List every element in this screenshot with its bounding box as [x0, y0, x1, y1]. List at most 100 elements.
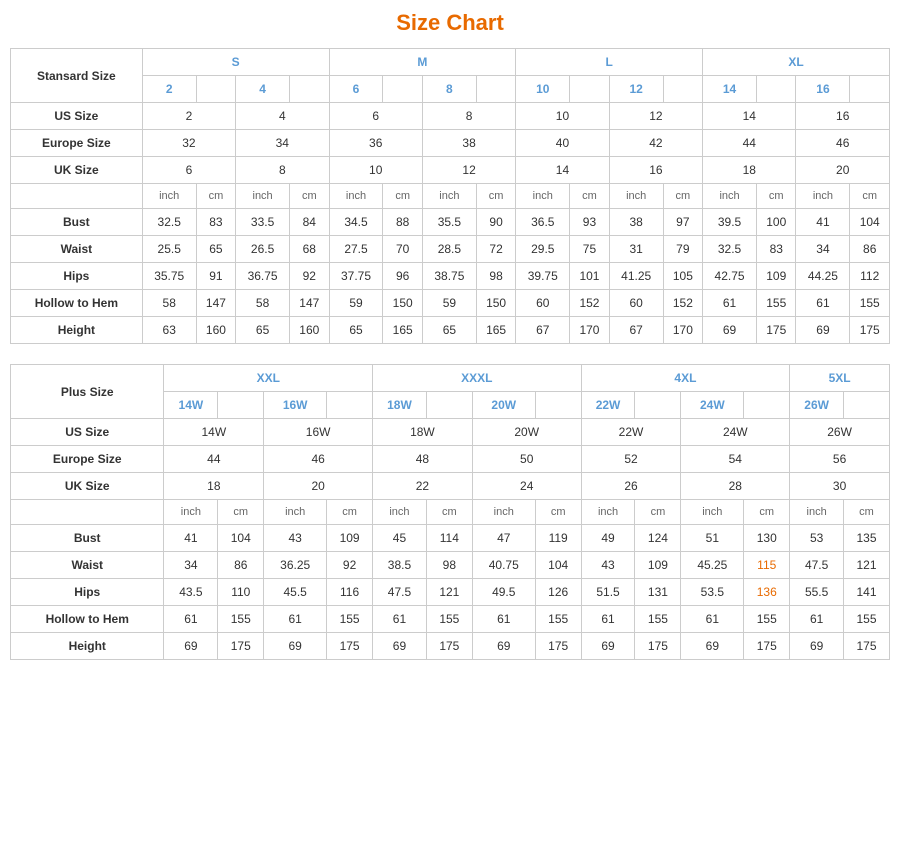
p-waist-2: 86 — [218, 552, 264, 579]
p-height-14: 175 — [844, 633, 890, 660]
p-hollow-7: 61 — [472, 606, 535, 633]
p-18w: 18W — [373, 392, 427, 419]
p-waist-13: 47.5 — [790, 552, 844, 579]
p-unit-inch-7: inch — [790, 500, 844, 525]
height-16: 175 — [850, 317, 890, 344]
p-hollow-9: 61 — [581, 606, 635, 633]
p-bust-2: 104 — [218, 525, 264, 552]
hollow-12: 152 — [663, 290, 702, 317]
p-unit-cm-4: cm — [535, 500, 581, 525]
p-hips-label: Hips — [11, 579, 164, 606]
eu-42: 42 — [609, 130, 702, 157]
p-waist-8: 104 — [535, 552, 581, 579]
us-xl-14: 14 — [703, 76, 757, 103]
p-hollow-4: 155 — [327, 606, 373, 633]
p-bust-14: 135 — [844, 525, 890, 552]
p-bust-13: 53 — [790, 525, 844, 552]
p-hips-10: 131 — [635, 579, 681, 606]
us-2: 2 — [142, 103, 235, 130]
p-hips-6: 121 — [426, 579, 472, 606]
waist-3: 26.5 — [236, 236, 290, 263]
unit-row-1: inch cm inch cm inch cm inch cm inch cm … — [11, 184, 890, 209]
hips-16: 112 — [850, 263, 890, 290]
us-4: 4 — [236, 103, 329, 130]
bust-7: 35.5 — [422, 209, 476, 236]
us-m-6b — [383, 76, 422, 103]
p-eu-44: 44 — [164, 446, 264, 473]
page-title: Size Chart — [10, 10, 890, 36]
p-bust-8: 119 — [535, 525, 581, 552]
p-hips-13: 55.5 — [790, 579, 844, 606]
p-20w: 20W — [472, 392, 535, 419]
p-unit-inch-1: inch — [164, 500, 218, 525]
eu-32: 32 — [142, 130, 235, 157]
us-xl-14b — [757, 76, 796, 103]
us-14: 14 — [703, 103, 796, 130]
bust-3: 33.5 — [236, 209, 290, 236]
p-waist-6: 98 — [426, 552, 472, 579]
p-unit-cm-1: cm — [218, 500, 264, 525]
p-eu-size-row: Europe Size 44 46 48 50 52 54 56 — [11, 446, 890, 473]
p-hips-7: 49.5 — [472, 579, 535, 606]
p-hollow-13: 61 — [790, 606, 844, 633]
m-header: M — [329, 49, 516, 76]
us-16: 16 — [796, 103, 890, 130]
p-bust-4: 109 — [327, 525, 373, 552]
p-bust-11: 51 — [681, 525, 744, 552]
bust-1: 32.5 — [142, 209, 196, 236]
unit-empty-1 — [11, 184, 143, 209]
height-7: 65 — [422, 317, 476, 344]
uk-20: 20 — [796, 157, 890, 184]
p-eu-54: 54 — [681, 446, 790, 473]
uk-12: 12 — [422, 157, 515, 184]
p-hollow-12: 155 — [744, 606, 790, 633]
p-height-2: 175 — [218, 633, 264, 660]
p-unit-inch-5: inch — [581, 500, 635, 525]
hips-8: 98 — [476, 263, 515, 290]
hips-10: 101 — [570, 263, 609, 290]
bust-8: 90 — [476, 209, 515, 236]
p-26wb — [844, 392, 890, 419]
hollow-7: 59 — [422, 290, 476, 317]
p-hollow-8: 155 — [535, 606, 581, 633]
hips-12: 105 — [663, 263, 702, 290]
p-height-8: 175 — [535, 633, 581, 660]
l-header: L — [516, 49, 703, 76]
p-unit-cm-2: cm — [327, 500, 373, 525]
unit-cm-2: cm — [290, 184, 329, 209]
p-us-18w: 18W — [373, 419, 473, 446]
waist-9: 29.5 — [516, 236, 570, 263]
p-14w: 14W — [164, 392, 218, 419]
p-waist-1: 34 — [164, 552, 218, 579]
p-unit-inch-2: inch — [264, 500, 327, 525]
hollow-11: 60 — [609, 290, 663, 317]
unit-inch-7: inch — [703, 184, 757, 209]
hips-11: 41.25 — [609, 263, 663, 290]
p-bust-1: 41 — [164, 525, 218, 552]
bust-10: 93 — [570, 209, 609, 236]
unit-inch-3: inch — [329, 184, 383, 209]
p-unit-empty — [11, 500, 164, 525]
hollow-8: 150 — [476, 290, 515, 317]
p-uk-20: 20 — [264, 473, 373, 500]
p-hollow-2: 155 — [218, 606, 264, 633]
p-us-26w: 26W — [790, 419, 890, 446]
hollow-4: 147 — [290, 290, 329, 317]
p-unit-row: inch cm inch cm inch cm inch cm inch cm … — [11, 500, 890, 525]
us-s-4: 4 — [236, 76, 290, 103]
waist-15: 34 — [796, 236, 850, 263]
hollow-10: 152 — [570, 290, 609, 317]
uk-size-label: UK Size — [11, 157, 143, 184]
us-s-2: 2 — [142, 76, 196, 103]
xl-header: XL — [703, 49, 890, 76]
p-us-size-label: US Size — [11, 419, 164, 446]
p-height-3: 69 — [264, 633, 327, 660]
p-22w: 22W — [581, 392, 635, 419]
waist-16: 86 — [850, 236, 890, 263]
p-height-5: 69 — [373, 633, 427, 660]
hollow-16: 155 — [850, 290, 890, 317]
5xl-header: 5XL — [790, 365, 890, 392]
unit-inch-1: inch — [142, 184, 196, 209]
p-height-13: 69 — [790, 633, 844, 660]
waist-4: 68 — [290, 236, 329, 263]
